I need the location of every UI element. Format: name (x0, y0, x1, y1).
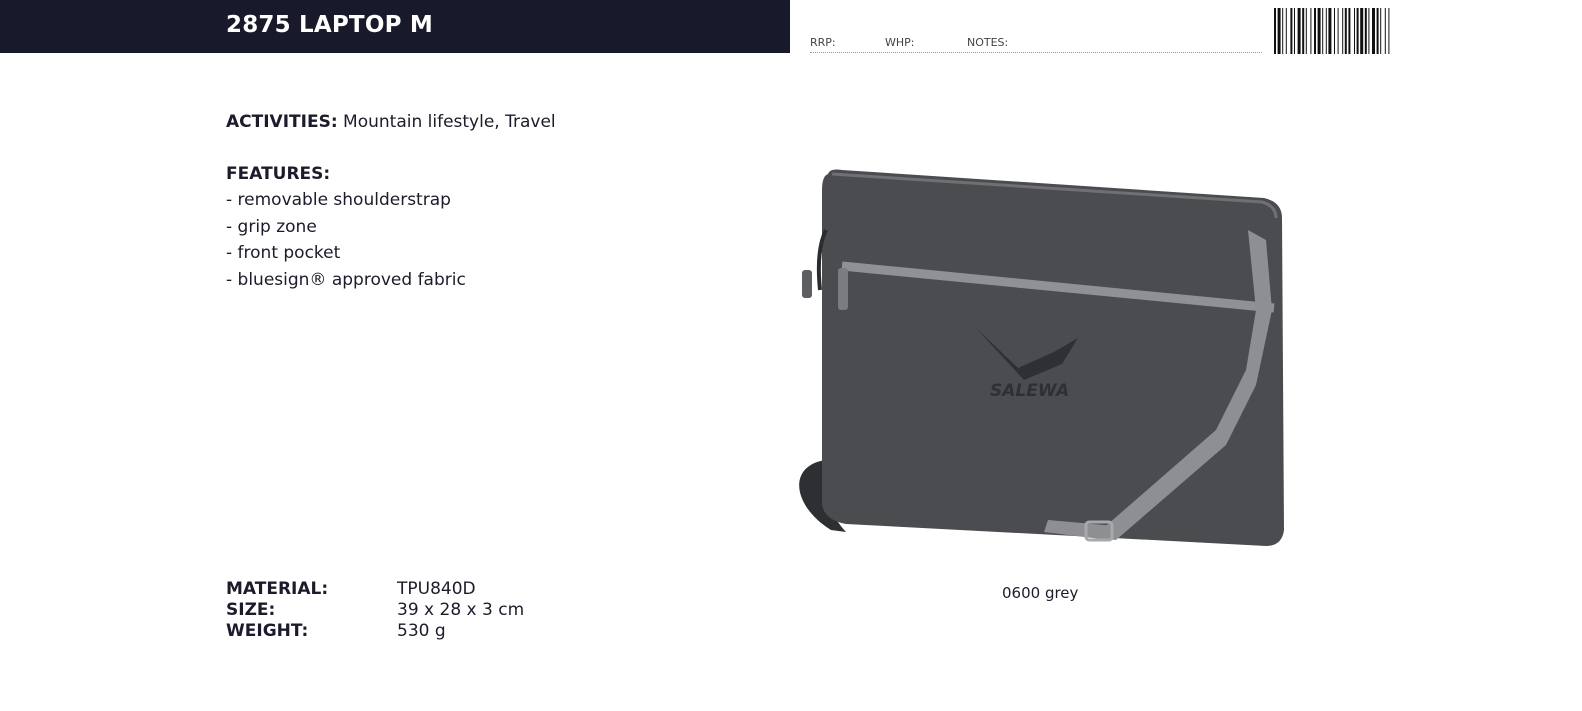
barcode-bar (1297, 8, 1301, 54)
barcode (1274, 8, 1390, 54)
features-heading: FEATURES: (226, 164, 331, 184)
barcode-bar (1285, 8, 1287, 54)
color-caption: 0600 grey (1002, 584, 1079, 602)
barcode-bar (1310, 8, 1312, 54)
barcode-bar (1348, 8, 1351, 54)
barcode-bar (1282, 8, 1284, 54)
whp-label: WHP: (885, 36, 915, 49)
activities-value: Mountain lifestyle, Travel (343, 112, 556, 132)
barcode-bar (1302, 8, 1305, 54)
product-title: 2875 LAPTOP M (226, 12, 433, 38)
barcode-bar (1372, 8, 1375, 54)
barcode-bar (1305, 8, 1307, 54)
spec-label: SIZE: (226, 600, 276, 620)
activities-label: ACTIVITIES: (226, 112, 338, 132)
barcode-bar (1360, 8, 1364, 54)
spec-label: WEIGHT: (226, 621, 309, 641)
rrp-label: RRP: (810, 36, 836, 49)
spec-table: MATERIAL: TPU840D SIZE: 39 x 28 x 3 cm W… (226, 579, 524, 642)
spec-row-size: SIZE: 39 x 28 x 3 cm (226, 600, 524, 621)
barcode-bar (1337, 8, 1339, 54)
zipper-pull (838, 268, 848, 310)
barcode-bar (1314, 8, 1316, 54)
feature-item: - removable shoulderstrap (226, 190, 451, 210)
barcode-bar (1354, 8, 1355, 54)
spec-row-material: MATERIAL: TPU840D (226, 579, 524, 600)
feature-item: - bluesign® approved fabric (226, 269, 466, 290)
barcode-bar (1294, 8, 1295, 54)
logo-text: SALEWA (990, 381, 1069, 401)
product-image-laptop-bag: SALEWA (799, 169, 1284, 546)
barcode-bar (1328, 8, 1332, 54)
spec-row-weight: WEIGHT: 530 g (226, 621, 524, 642)
spec-label: MATERIAL: (226, 579, 329, 599)
features-list: - removable shoulderstrap - grip zone - … (226, 188, 466, 294)
barcode-bar (1376, 8, 1379, 54)
spec-value: 530 g (397, 621, 446, 641)
barcode-bar (1342, 8, 1344, 54)
barcode-bar (1334, 8, 1335, 54)
barcode-bar (1380, 8, 1382, 54)
title-bar: 2875 LAPTOP M (0, 0, 790, 53)
feature-item: - front pocket (226, 243, 341, 263)
price-notes-strip: RRP: WHP: NOTES: (810, 36, 1262, 53)
barcode-bar (1274, 8, 1276, 54)
barcode-bar (1290, 8, 1293, 54)
spec-value: TPU840D (397, 579, 476, 599)
feature-item: - grip zone (226, 216, 317, 237)
spec-value: 39 x 28 x 3 cm (397, 600, 525, 620)
barcode-bar (1277, 8, 1281, 54)
barcode-bar (1364, 8, 1367, 54)
barcode-bar (1356, 8, 1359, 54)
activities-line: ACTIVITIES: Mountain lifestyle, Travel (226, 112, 556, 132)
barcode-bar (1368, 8, 1370, 54)
notes-label: NOTES: (967, 36, 1009, 49)
barcode-bar (1325, 8, 1327, 54)
barcode-bar (1317, 8, 1321, 54)
barcode-bar (1344, 8, 1347, 54)
barcode-bar (1388, 8, 1390, 54)
barcode-bar (1322, 8, 1324, 54)
barcode-bar (1384, 8, 1386, 54)
